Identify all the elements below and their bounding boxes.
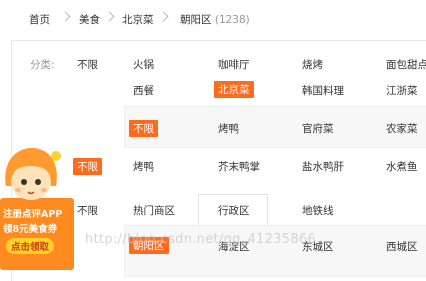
claim-coupon-button[interactable]: 点击领取	[6, 238, 55, 254]
chevron-right-icon	[158, 11, 169, 22]
category-option[interactable]: 咖啡厅	[218, 57, 250, 72]
subcategory-option[interactable]: 烤鸭	[218, 121, 239, 136]
subcategory-option[interactable]: 烤鸭	[133, 159, 154, 174]
category-label: 分类:	[30, 59, 55, 71]
region-unlimited-option[interactable]: 不限	[77, 203, 98, 218]
subcategory-option[interactable]: 盐水鸭肝	[302, 159, 344, 174]
result-count: (1238)	[214, 14, 250, 26]
tab-hot-areas[interactable]: 热门商区	[133, 203, 175, 218]
subcategory-option[interactable]: 官府菜	[302, 121, 334, 136]
breadcrumb-current-label: 朝阳区	[180, 14, 212, 26]
category-option-selected[interactable]: 北京菜	[214, 81, 254, 98]
breadcrumb-food-link[interactable]: 美食	[79, 12, 100, 27]
subcategory-unlimited-selected[interactable]: 不限	[129, 120, 158, 137]
subcategory-box	[124, 106, 426, 148]
subcategory-option[interactable]: 水煮鱼	[386, 159, 418, 174]
subcategory-option[interactable]: 芥末鸭掌	[218, 159, 260, 174]
mascot-icon	[5, 148, 61, 200]
category-option[interactable]: 韩国料理	[302, 83, 344, 98]
category-option[interactable]: 西餐	[133, 83, 154, 98]
category-unlimited-option[interactable]: 不限	[77, 57, 98, 72]
chevron-right-icon	[104, 11, 115, 22]
promo-text-line2: 领8元美食券	[3, 224, 58, 235]
category-option[interactable]: 火锅	[133, 57, 154, 72]
category-option[interactable]: 烧烤	[302, 57, 323, 72]
chevron-right-icon	[60, 11, 71, 22]
subcategory-option[interactable]: 农家菜	[386, 121, 418, 136]
tab-subway[interactable]: 地铁线	[302, 203, 334, 218]
promo-text-line1: 注册点评APP	[3, 209, 63, 220]
breadcrumb-current: 朝阳区 (1238)	[180, 12, 250, 27]
watermark-text: http://blog.csdn.net/qq_41235866	[85, 232, 317, 247]
category-option[interactable]: 面包甜点	[386, 57, 426, 72]
subcategory-unlimited-selected[interactable]: 不限	[73, 158, 102, 175]
district-option[interactable]: 西城区	[386, 239, 418, 254]
breadcrumb-beijing-cuisine-link[interactable]: 北京菜	[122, 12, 154, 27]
category-option[interactable]: 江浙菜	[386, 83, 418, 98]
breadcrumb-home-link[interactable]: 首页	[29, 12, 50, 27]
tab-district-label: 行政区	[218, 205, 250, 217]
